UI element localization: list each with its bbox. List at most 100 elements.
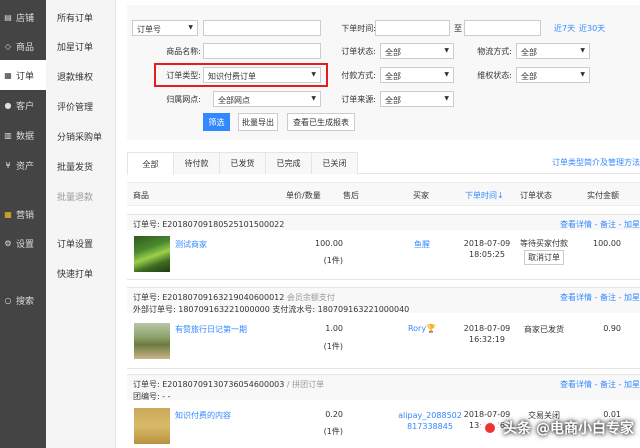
last-7-days-link[interactable]: 近7天 [554,23,575,34]
quantity: (1件) [323,256,343,265]
subnav-order-settings[interactable]: 订单设置 [57,237,93,250]
search-icon: ○ [4,295,12,305]
payment-method-label: 付款方式: [341,71,376,80]
nav-item-search[interactable]: ○ 搜索 [0,285,46,315]
product-thumbnail[interactable] [134,408,170,444]
col-paid: 实付金额 [587,191,619,200]
clipboard-icon: ▦ [4,70,12,80]
order-number-select[interactable]: 订单号 ▼ [132,20,198,36]
buyer-link[interactable]: 鱼腥 [387,239,457,250]
unit-price: 0.20 [325,410,343,419]
chevron-down-icon: ▼ [580,71,585,78]
order-actions[interactable]: 查看详情 - 备注 - 加星 [560,292,640,303]
buyer-link[interactable]: Rory🏆 [387,324,457,333]
order-number-input[interactable] [203,20,321,36]
subnav-batch-refund[interactable]: 批量退款 [57,190,93,203]
order-status: 等待买家付款 [520,239,568,248]
col-order-time-sort[interactable]: 下单时间↓ [465,190,504,201]
order-date: 2018-07-09 18:05:25 [463,239,511,259]
order-header: 订单号: E20180709163219040600012 会员余额支付 外部订… [127,287,640,314]
filter-button[interactable]: 筛选 [203,113,230,131]
order-date: 2018-07-09 16:32:19 [463,324,511,344]
cancel-order-button[interactable]: 取消订单 [524,250,564,265]
subnav-all-orders[interactable]: 所有订单 [57,11,93,24]
tab-closed[interactable]: 已关闭 [311,152,358,174]
order-type-label: 订单类型: [166,71,201,80]
end-date-input[interactable] [464,20,541,36]
nav-item-products[interactable]: ◇ 商品 [0,31,46,61]
rights-status-label: 维权状态: [477,71,512,80]
quantity: (1件) [323,342,343,351]
view-reports-button[interactable]: 查看已生成报表 [287,113,355,131]
nav-item-orders[interactable]: ▦ 订单 [0,60,46,90]
subnav-refunds[interactable]: 退款维权 [57,70,93,83]
buyer-link[interactable]: alipay_2088502 817338845 [395,410,465,432]
paid-amount: 100.00 [593,239,621,248]
filter-panel: 订单号 ▼ 下单时间: 至 近7天 近30天 商品名称: 订单状态: 全部 ▼ 物流… [127,5,640,140]
last-30-days-link[interactable]: 近30天 [579,23,605,34]
product-thumbnail[interactable] [134,236,170,272]
order-header: 订单号: E20180709130736054600003 / 拼团订单 团编号… [127,374,640,401]
main-content: 订单号 ▼ 下单时间: 至 近7天 近30天 商品名称: 订单状态: 全部 ▼ 物流… [116,0,640,448]
order-header: 订单号: E20180709180525101500022 查看详情 - 备注 … [127,214,640,230]
product-link[interactable]: 有赞旅行日记第一期 [175,324,247,335]
product-thumbnail[interactable] [134,323,170,359]
chevron-down-icon: ▼ [444,95,449,102]
tab-all[interactable]: 全部 [127,152,174,175]
quantity: (1件) [323,427,343,436]
payment-method-select[interactable]: 全部 ▼ [380,67,454,83]
order-time-label: 下单时间: [341,24,376,33]
shop-icon: ▤ [4,12,12,22]
outlet-label: 归属网点: [166,95,201,104]
unit-price: 100.00 [315,239,343,248]
subnav-batch-ship[interactable]: 批量发货 [57,160,93,173]
logistics-select[interactable]: 全部 ▼ [516,43,590,59]
logistics-label: 物流方式: [477,47,512,56]
subnav-starred-orders[interactable]: 加星订单 [57,40,93,53]
nav-item-customers[interactable]: ● 客户 [0,90,46,120]
col-price-qty: 单价/数量 [286,191,321,200]
order-type-guide-link[interactable]: 订单类型简介及管理方法 [552,157,640,168]
chevron-down-icon: ▼ [188,24,193,31]
tab-completed[interactable]: 已完成 [265,152,312,174]
product-name-label: 商品名称: [166,47,201,56]
nav-item-marketing[interactable]: ▦ 营销 [0,199,46,229]
outlet-select[interactable]: 全部网点 ▼ [213,91,321,107]
grid-icon: ▦ [4,209,12,219]
toutiao-logo-icon [480,418,501,438]
subnav-reviews[interactable]: 评价管理 [57,100,93,113]
product-link[interactable]: 测试商家 [175,239,207,250]
user-icon: ● [4,100,12,110]
currency-icon: ¥ [5,160,11,170]
rights-status-select[interactable]: 全部 ▼ [516,67,590,83]
subnav-quick-print[interactable]: 快速打单 [57,267,93,280]
nav-item-settings[interactable]: ⚙ 设置 [0,228,46,258]
order-number: 订单号: E20180709130736054600003 / 拼团订单 [133,380,325,389]
nav-item-shop[interactable]: ▤ 店铺 [0,2,46,32]
order-type-select[interactable]: 知识付费订单 ▼ [203,67,321,83]
product-link[interactable]: 知识付费的内容 [175,410,231,421]
order-actions[interactable]: 查看详情 - 备注 - 加星 [560,219,640,230]
col-after-sale: 售后 [343,191,359,200]
tag-icon: ◇ [4,41,12,51]
order-status-select[interactable]: 全部 ▼ [380,43,454,59]
batch-export-button[interactable]: 批量导出 [238,113,278,131]
order-status-label: 订单状态: [341,47,376,56]
secondary-sidebar: 所有订单 加星订单 退款维权 评价管理 分销采购单 批量发货 批量退款 订单设置… [46,0,116,448]
start-date-input[interactable] [375,20,450,36]
chevron-down-icon: ▼ [311,71,316,78]
tab-shipped[interactable]: 已发货 [219,152,266,174]
col-buyer: 买家 [413,191,429,200]
order-actions[interactable]: 查看详情 - 备注 - 加星 [560,379,640,390]
order-status: 商家已发货 [524,325,564,334]
col-product: 商品 [133,191,149,200]
chevron-down-icon: ▼ [311,95,316,102]
nav-item-data[interactable]: ▥ 数据 [0,120,46,150]
order-source-select[interactable]: 全部 ▼ [380,91,454,107]
nav-item-assets[interactable]: ¥ 资产 [0,150,46,180]
order-number: 订单号: E20180709163219040600012 会员余额支付 [133,293,335,302]
tab-pending-payment[interactable]: 待付款 [173,152,220,174]
subnav-distribution[interactable]: 分销采购单 [57,130,102,143]
table-header: 商品 单价/数量 售后 买家 下单时间↓ 订单状态 实付金额 [127,182,640,206]
product-name-input[interactable] [203,43,321,59]
